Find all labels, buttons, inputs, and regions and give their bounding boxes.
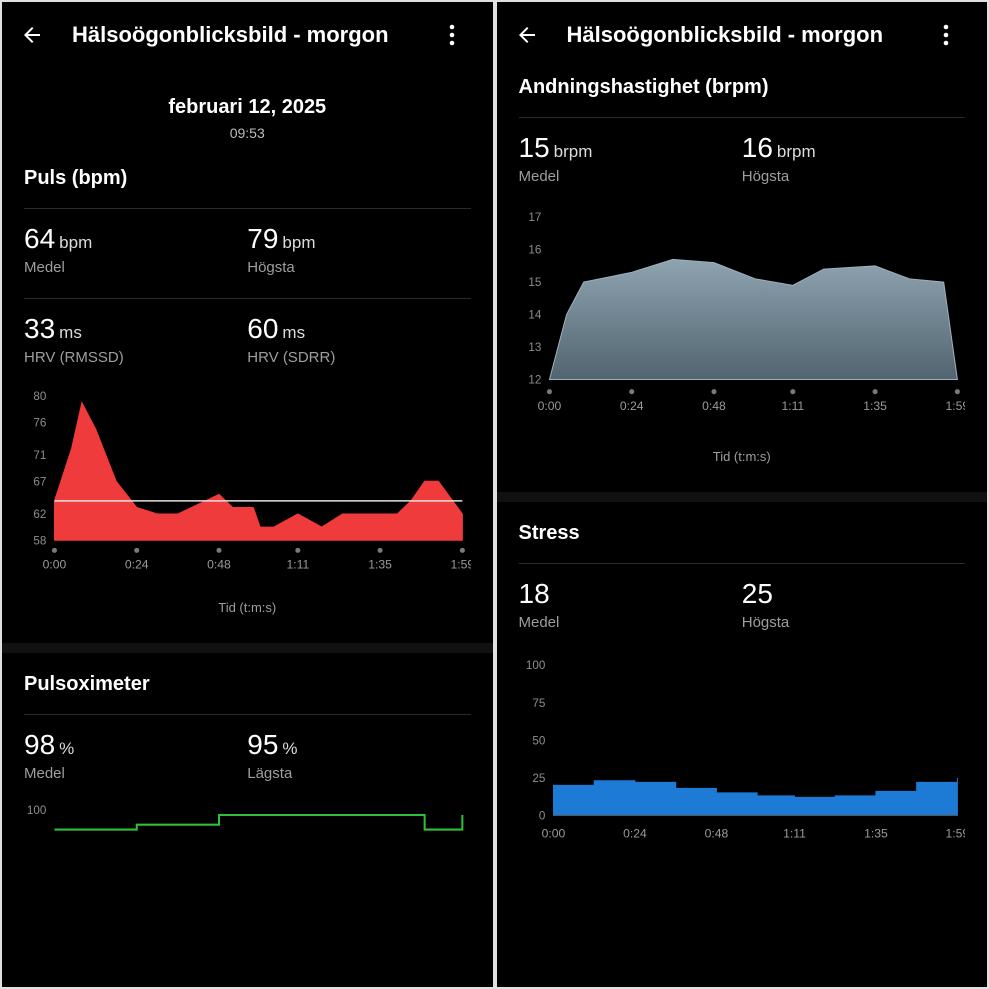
x-caption: Tid (t:m:s) [519,449,966,464]
svg-text:0:48: 0:48 [702,399,726,413]
date-block: februari 12, 2025 09:53 [2,68,493,147]
svg-text:58: 58 [33,534,46,547]
svg-text:1:35: 1:35 [863,399,887,413]
pulseox-title: Pulsoximeter [24,673,471,696]
hrv-rmssd: 33ms HRV (RMSSD) [24,315,247,366]
svg-text:0:24: 0:24 [623,827,647,841]
pulse-section: Puls (bpm) 64bpm Medel 79bpm Högsta 33ms… [2,147,493,625]
pulseox-chart: 100 [24,804,471,865]
pulse-high: 79bpm Högsta [247,225,470,276]
breath-section: Andningshastighet (brpm) 15brpm Medel 16… [497,68,988,474]
svg-text:15: 15 [528,276,541,289]
svg-text:80: 80 [33,390,46,403]
stress-title: Stress [519,522,966,545]
stress-high: 25 Högsta [742,580,965,631]
svg-text:0:00: 0:00 [43,558,67,572]
time-text: 09:53 [2,125,493,141]
svg-text:0:00: 0:00 [541,827,565,841]
svg-text:76: 76 [33,416,46,429]
breath-high: 16brpm Högsta [742,134,965,185]
pulse-chart: 80 76 71 67 62 58 0:00 0:24 0:48 1:11 1:35 1:59 [24,388,471,581]
svg-text:0:48: 0:48 [207,558,231,572]
svg-text:100: 100 [27,804,47,817]
back-icon[interactable] [515,23,539,47]
svg-text:67: 67 [33,475,46,488]
hrv-sdrr: 60ms HRV (SDRR) [247,315,470,366]
app-title: Hälsoögonblicksbild - morgon [72,22,421,48]
back-icon[interactable] [20,23,44,47]
svg-text:75: 75 [532,697,545,710]
svg-text:50: 50 [532,735,545,748]
svg-text:0:24: 0:24 [619,399,643,413]
svg-text:12: 12 [528,374,541,387]
svg-text:16: 16 [528,244,541,257]
svg-text:0:24: 0:24 [125,558,149,572]
pane-right: Hälsoögonblicksbild - morgon Andningshas… [497,2,988,987]
breath-chart: 17 16 15 14 13 12 0:00 0:24 0:48 1:11 1:35 1:59 [519,207,966,430]
pulse-title: Puls (bpm) [24,167,471,190]
app-title: Hälsoögonblicksbild - morgon [567,22,916,48]
breath-avg: 15brpm Medel [519,134,742,185]
date-text: februari 12, 2025 [2,96,493,119]
stress-section: Stress 18 Medel 25 Högsta 100 75 50 25 0 0:00… [497,502,988,861]
svg-text:1:59: 1:59 [945,399,965,413]
svg-text:0:48: 0:48 [704,827,728,841]
svg-text:1:59: 1:59 [945,827,965,841]
svg-text:100: 100 [525,659,545,672]
svg-text:13: 13 [528,341,541,354]
kebab-menu-icon[interactable] [943,24,967,46]
svg-text:1:35: 1:35 [368,558,392,572]
svg-text:0:00: 0:00 [537,399,561,413]
pulseox-low: 95% Lägsta [247,731,470,782]
kebab-menu-icon[interactable] [449,24,473,46]
pulse-avg: 64bpm Medel [24,225,247,276]
svg-text:1:35: 1:35 [864,827,888,841]
svg-text:71: 71 [33,449,46,462]
x-caption: Tid (t:m:s) [24,600,471,615]
svg-text:17: 17 [528,211,541,224]
svg-text:1:59: 1:59 [451,558,471,572]
header-left: Hälsoögonblicksbild - morgon [2,2,493,68]
stress-avg: 18 Medel [519,580,742,631]
pane-left: Hälsoögonblicksbild - morgon februari 12… [2,2,493,987]
svg-text:62: 62 [33,508,46,521]
svg-text:1:11: 1:11 [783,827,806,841]
svg-text:25: 25 [532,772,545,785]
header-right: Hälsoögonblicksbild - morgon [497,2,988,68]
breath-title: Andningshastighet (brpm) [519,76,966,99]
svg-text:1:11: 1:11 [286,558,309,572]
svg-text:1:11: 1:11 [781,399,804,413]
stress-chart: 100 75 50 25 0 0:00 0:24 0:48 1:11 1:35 1:59 [519,653,966,856]
svg-text:14: 14 [528,309,541,322]
svg-text:0: 0 [538,810,545,823]
pulseox-section: Pulsoximeter 98% Medel 95% Lägsta 100 [2,653,493,870]
pulseox-avg: 98% Medel [24,731,247,782]
